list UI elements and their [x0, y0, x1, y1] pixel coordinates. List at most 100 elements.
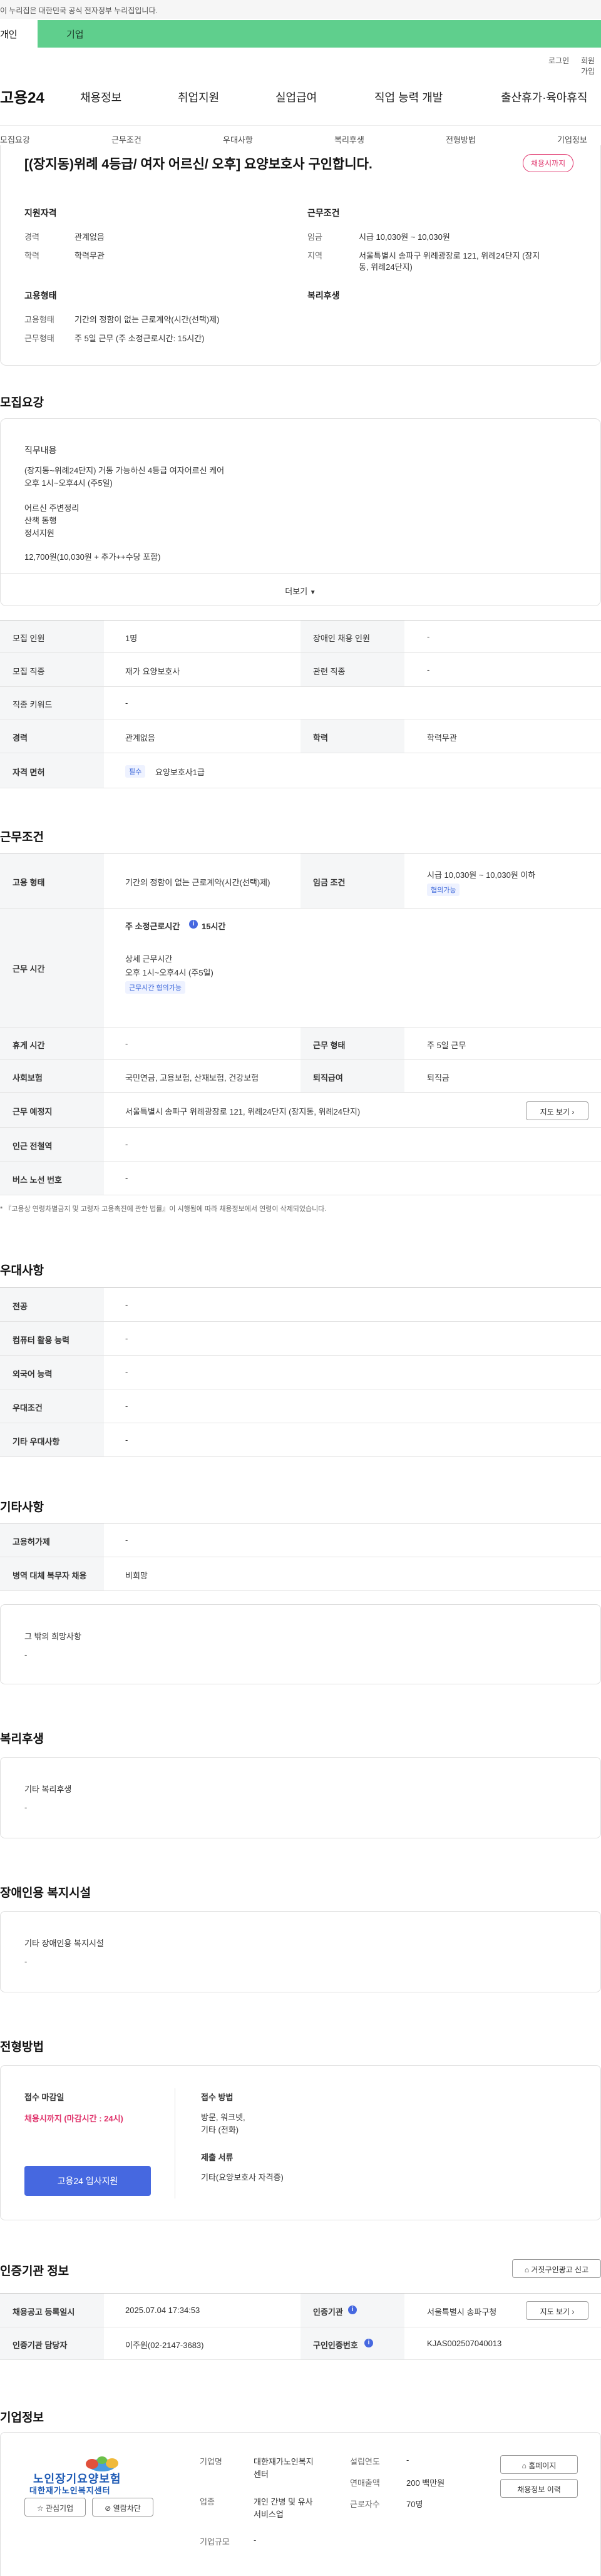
anchor-recruit[interactable]: 모집요강: [0, 133, 30, 145]
table-row: 전공 -: [0, 1288, 601, 1322]
other-wishes-title: 그 밖의 희망사항: [24, 1632, 81, 1641]
employment-type-label: 고용형태: [24, 315, 54, 324]
agency-map-button[interactable]: 지도 보기 ›: [526, 2301, 588, 2320]
nav-parental-leave[interactable]: 출산휴가·육아휴직: [501, 89, 587, 105]
star-icon: ☆: [36, 2504, 44, 2513]
method-title: 접수 방법: [201, 2093, 234, 2102]
industry-value-line2: 서비스업: [254, 2510, 284, 2519]
anchor-company[interactable]: 기업정보: [557, 133, 587, 145]
row-key: 전공: [13, 1302, 28, 1311]
welfare-heading: 복리후생: [307, 291, 340, 301]
etc-section-title: 기타사항: [0, 1501, 44, 1514]
table-row: 고용허가제 -: [0, 1523, 601, 1557]
recruit-section-title: 모집요강: [0, 396, 44, 410]
row-value: -: [427, 632, 430, 641]
nav-job-training[interactable]: 직업 능력 개발: [374, 89, 443, 105]
row-value: 서울특별시 송파구 위례광장로 121, 위례24단지 (장지동, 위례24단지…: [125, 1107, 361, 1116]
chevron-down-icon: ▼: [309, 589, 316, 596]
cert-table: 채용공고 등록일시 2025.07.04 17:34:53 인증기관 i 서울특…: [0, 2293, 601, 2360]
work-form-value: 주 5일 근무 (주 소정근로시간: 15시간): [74, 334, 205, 343]
homepage-button-label: 홈페이지: [528, 2461, 557, 2470]
nav-unemployment-benefit[interactable]: 실업급여: [275, 89, 317, 105]
more-button[interactable]: 더보기 ▼: [1, 573, 600, 605]
job-summary-card: [(장지동)위례 4등급/ 여자 어르신/ 오후] 요양보호사 구인합니다. 채…: [0, 145, 601, 366]
table-row: 고용 형태 기간의 정함이 없는 근로계약(시간(선택)제) 임금 조건 시급 …: [0, 853, 601, 909]
table-row: 직종 키워드 -: [0, 687, 601, 719]
row-value: 비희망: [125, 1571, 148, 1580]
company-section-title: 기업정보: [0, 2411, 44, 2424]
site-logo[interactable]: 고용24: [0, 85, 44, 107]
anchor-conditions[interactable]: 근무조건: [111, 133, 141, 145]
table-row: 인근 전철역 -: [0, 1128, 601, 1162]
map-button-label: 지도 보기: [540, 1108, 570, 1116]
staff-value: 70명: [406, 2500, 423, 2509]
row-key: 인증기관: [313, 2307, 343, 2317]
row-value: 주 5일 근무: [427, 1041, 466, 1050]
row-value: KJAS002507040013: [427, 2339, 502, 2348]
age-discrimination-note: * 『고용상 연령차별금지 및 고령자 고용촉진에 관한 법률』이 시행됨에 따…: [0, 1205, 327, 1213]
row-value: 요양보호사1급: [155, 768, 205, 777]
row-key: 사회보험: [13, 1073, 43, 1083]
row-key: 관련 직종: [313, 667, 346, 676]
row-key: 근무 형태: [313, 1041, 346, 1050]
row-value: 국민연금, 고용보험, 산재보험, 건강보험: [125, 1073, 259, 1083]
row-key: 모집 직종: [13, 667, 45, 676]
info-icon[interactable]: i: [189, 920, 198, 929]
homepage-button[interactable]: ⌂ 홈페이지: [500, 2455, 578, 2474]
anchor-welfare[interactable]: 복리후생: [334, 133, 364, 145]
hours-negotiable-chip: 근무시간 협의가능: [125, 981, 186, 994]
method-value-line1: 방문, 워크넷,: [201, 2113, 245, 2122]
block-icon: ⊘: [105, 2504, 111, 2513]
report-fake-ad-button[interactable]: ⌂ 거짓구인광고 신고: [512, 2259, 601, 2278]
sales-label: 연매출액: [350, 2478, 380, 2488]
table-row: 기타 우대사항 -: [0, 1423, 601, 1457]
row-value: -: [125, 1401, 128, 1411]
job-history-button[interactable]: 채용정보 이력: [500, 2479, 578, 2498]
nav-employment-support[interactable]: 취업지원: [178, 89, 219, 105]
welfare-section-title: 복리후생: [0, 1733, 44, 1746]
row-key: 병역 대체 복무자 채용: [13, 1571, 87, 1580]
row-key: 인증기관 담당자: [13, 2341, 68, 2350]
login-link[interactable]: 로그인: [548, 55, 569, 66]
block-button-label: 열람차단: [113, 2504, 141, 2513]
info-icon[interactable]: i: [364, 2339, 373, 2347]
favorite-company-button[interactable]: ☆ 관심기업: [24, 2498, 86, 2517]
row-key: 근무 예정지: [13, 1107, 53, 1116]
table-row: 근무 예정지 서울특별시 송파구 위례광장로 121, 위례24단지 (장지동,…: [0, 1093, 601, 1128]
map-button[interactable]: 지도 보기 ›: [526, 1101, 588, 1120]
duty-card: 직무내용 (장지동~위례24단지) 거동 가능하신 4등급 여자어르신 케어 오…: [0, 418, 601, 606]
chevron-right-icon: ›: [572, 2307, 575, 2316]
signup-link[interactable]: 회원가입: [581, 55, 601, 76]
weekly-hours-value: 15시간: [202, 922, 226, 931]
row-value: 퇴직금: [427, 1073, 449, 1083]
row-value: 시급 10,030원 ~ 10,030원 이하: [427, 870, 536, 880]
info-icon[interactable]: i: [348, 2306, 357, 2314]
row-key: 기타 우대사항: [13, 1437, 60, 1446]
preference-section-title: 우대사항: [0, 1264, 44, 1277]
row-key: 퇴직급여: [313, 1073, 343, 1083]
table-row: 인증기관 담당자 이주원(02-2147-3683) 구인인증번호 i KJAS…: [0, 2327, 601, 2360]
disabled-facility-box: 기타 장애인용 복지시설 -: [0, 1911, 601, 1992]
table-row: 근무 시간 주 소정근로시간 i 15시간 상세 근무시간 오후 1시~오후4시…: [0, 909, 601, 1028]
row-key: 모집 인원: [13, 634, 45, 643]
row-value: -: [125, 1140, 128, 1149]
row-value: -: [125, 1039, 128, 1048]
duty-heading: 직무내용: [24, 445, 57, 455]
table-row: 버스 노선 번호 -: [0, 1162, 601, 1195]
tab-personal[interactable]: 개인: [0, 20, 38, 48]
education-label: 학력: [24, 251, 39, 260]
row-value: 학력무관: [427, 733, 457, 743]
deadline-title: 접수 마감일: [24, 2093, 64, 2102]
anchor-preference[interactable]: 우대사항: [223, 133, 253, 145]
welfare-box-title: 기타 복리후생: [24, 1785, 72, 1794]
row-key: 인근 전철역: [13, 1141, 53, 1151]
career-label: 경력: [24, 232, 39, 242]
other-wishes-value: -: [24, 1650, 28, 1659]
tab-company[interactable]: 기업: [38, 20, 601, 48]
screening-box: 접수 마감일 채용시까지 (마감시간 : 24시) 고용24 입사지원 접수 방…: [0, 2065, 601, 2220]
job-title: [(장지동)위례 4등급/ 여자 어르신/ 오후] 요양보호사 구인합니다.: [24, 157, 372, 172]
apply-button[interactable]: 고용24 입사지원: [24, 2166, 151, 2196]
block-company-button[interactable]: ⊘ 열람차단: [92, 2498, 153, 2517]
nav-jobs[interactable]: 채용정보: [80, 89, 121, 105]
anchor-screening[interactable]: 전형방법: [446, 133, 476, 145]
